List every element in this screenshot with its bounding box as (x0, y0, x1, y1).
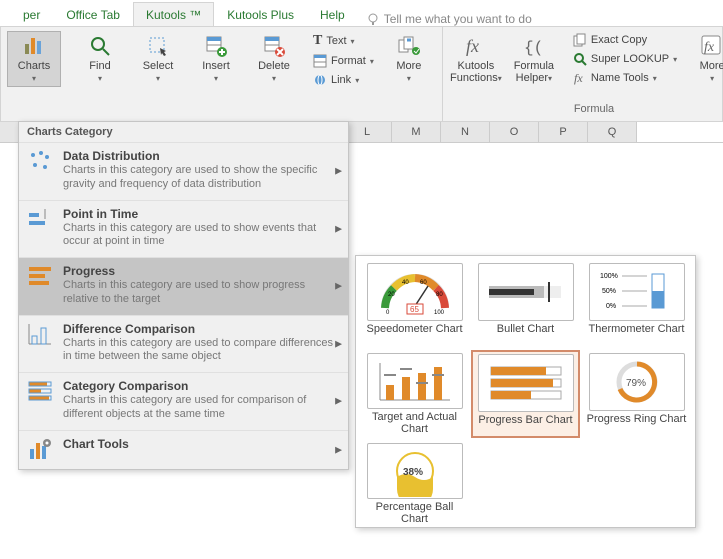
svg-text:80: 80 (436, 292, 443, 298)
gallery-bullet[interactable]: Bullet Chart (471, 260, 580, 348)
formula-group-label: Formula (449, 103, 723, 117)
group-edit: Find▾ Select▾ Insert▾ Delete▾ TText▾ For… (67, 27, 443, 121)
group-formula: fxKutools Functions▾ {()}Formula Helper▾… (443, 27, 723, 121)
insert-button[interactable]: Insert▾ (189, 31, 243, 87)
tab-kutoolsplus[interactable]: Kutools Plus (214, 2, 307, 26)
select-button[interactable]: Select▾ (131, 31, 185, 87)
more2-button[interactable]: fxMore▾ (685, 31, 723, 87)
ribbon-tabs: per Office Tab Kutools ™ Kutools Plus He… (0, 0, 723, 26)
svg-text:50%: 50% (602, 288, 616, 295)
text-button[interactable]: TText▾ (309, 31, 378, 51)
data-distribution-icon (27, 149, 53, 173)
chevron-right-icon: ▶ (335, 338, 342, 349)
more-label: More (396, 60, 421, 72)
tell-me-label: Tell me what you want to do (384, 12, 532, 26)
delete-label: Delete (258, 60, 290, 72)
chevron-right-icon: ▶ (335, 166, 342, 177)
menu-header: Charts Category (19, 122, 348, 142)
svg-text:fx: fx (466, 36, 479, 56)
category-category-comparison[interactable]: Category ComparisonCharts in this catego… (19, 372, 348, 430)
name-tools-button[interactable]: fxName Tools▾ (569, 69, 681, 87)
insert-label: Insert (202, 60, 230, 72)
exact-copy-button[interactable]: Exact Copy (569, 31, 681, 49)
tab-officetab[interactable]: Office Tab (53, 2, 133, 26)
tab-kutools[interactable]: Kutools ™ (133, 2, 214, 26)
svg-text:0%: 0% (606, 303, 616, 310)
format-button[interactable]: Format▾ (309, 52, 378, 70)
tell-me[interactable]: Tell me what you want to do (358, 12, 532, 26)
svg-text:{()}: {()} (524, 39, 546, 57)
svg-text:fx: fx (704, 40, 715, 55)
svg-text:0: 0 (386, 310, 390, 316)
gallery-progress-ring[interactable]: 79% Progress Ring Chart (582, 350, 691, 438)
svg-text:40: 40 (402, 280, 409, 286)
gallery-target-actual[interactable]: Target and Actual Chart (360, 350, 469, 438)
charts-button[interactable]: Charts ▾ (7, 31, 61, 87)
kutools-functions-button[interactable]: fxKutools Functions▾ (449, 31, 503, 87)
svg-text:60: 60 (420, 280, 427, 286)
progress-charts-gallery: 020406080100 65 Speedometer Chart Bullet… (355, 255, 696, 528)
formula-helper-button[interactable]: {()}Formula Helper▾ (507, 31, 561, 87)
chevron-right-icon: ▶ (335, 396, 342, 407)
ribbon: Charts ▾ Find▾ Select▾ Insert▾ Delete▾ TT… (0, 26, 723, 122)
gallery-speedometer[interactable]: 020406080100 65 Speedometer Chart (360, 260, 469, 348)
delete-button[interactable]: Delete▾ (247, 31, 301, 87)
category-comparison-icon (27, 379, 53, 403)
chevron-down-icon: ▾ (32, 74, 36, 83)
svg-text:79%: 79% (626, 378, 646, 389)
lightbulb-icon (366, 12, 380, 26)
gallery-percentage-ball[interactable]: 38% Percentage Ball Chart (360, 440, 469, 528)
chevron-right-icon: ▶ (335, 444, 342, 455)
svg-text:100: 100 (434, 310, 445, 316)
charts-label: Charts (18, 60, 50, 72)
progress-icon (27, 264, 53, 288)
svg-text:38%: 38% (403, 467, 423, 478)
super-lookup-button[interactable]: Super LOOKUP▾ (569, 50, 681, 68)
category-data-distribution[interactable]: Data DistributionCharts in this category… (19, 142, 348, 200)
category-progress[interactable]: ProgressCharts in this category are used… (19, 257, 348, 315)
difference-icon (27, 322, 53, 346)
svg-text:100%: 100% (600, 273, 618, 280)
svg-text:65: 65 (410, 305, 419, 314)
more-button[interactable]: More▾ (382, 31, 436, 87)
group-charts: Charts ▾ (1, 27, 67, 121)
select-label: Select (143, 60, 174, 72)
text-icon: T (313, 33, 322, 49)
category-chart-tools[interactable]: Chart Tools ▶ (19, 430, 348, 469)
tab-help[interactable]: Help (307, 2, 358, 26)
tab-developer[interactable]: per (10, 2, 53, 26)
point-in-time-icon (27, 207, 53, 231)
category-point-in-time[interactable]: Point in TimeCharts in this category are… (19, 200, 348, 258)
find-label: Find (89, 60, 110, 72)
chart-tools-icon (27, 437, 53, 461)
chevron-right-icon: ▶ (335, 281, 342, 292)
chevron-right-icon: ▶ (335, 223, 342, 234)
svg-text:fx: fx (574, 71, 583, 85)
find-button[interactable]: Find▾ (73, 31, 127, 87)
gallery-thermometer[interactable]: 100% 50% 0% Thermometer Chart (582, 260, 691, 348)
charts-category-menu: Charts Category Data DistributionCharts … (18, 121, 349, 470)
link-button[interactable]: Link▾ (309, 71, 378, 89)
svg-text:20: 20 (388, 292, 395, 298)
category-difference-comparison[interactable]: Difference ComparisonCharts in this cate… (19, 315, 348, 373)
gallery-progress-bar[interactable]: Progress Bar Chart (471, 350, 580, 438)
